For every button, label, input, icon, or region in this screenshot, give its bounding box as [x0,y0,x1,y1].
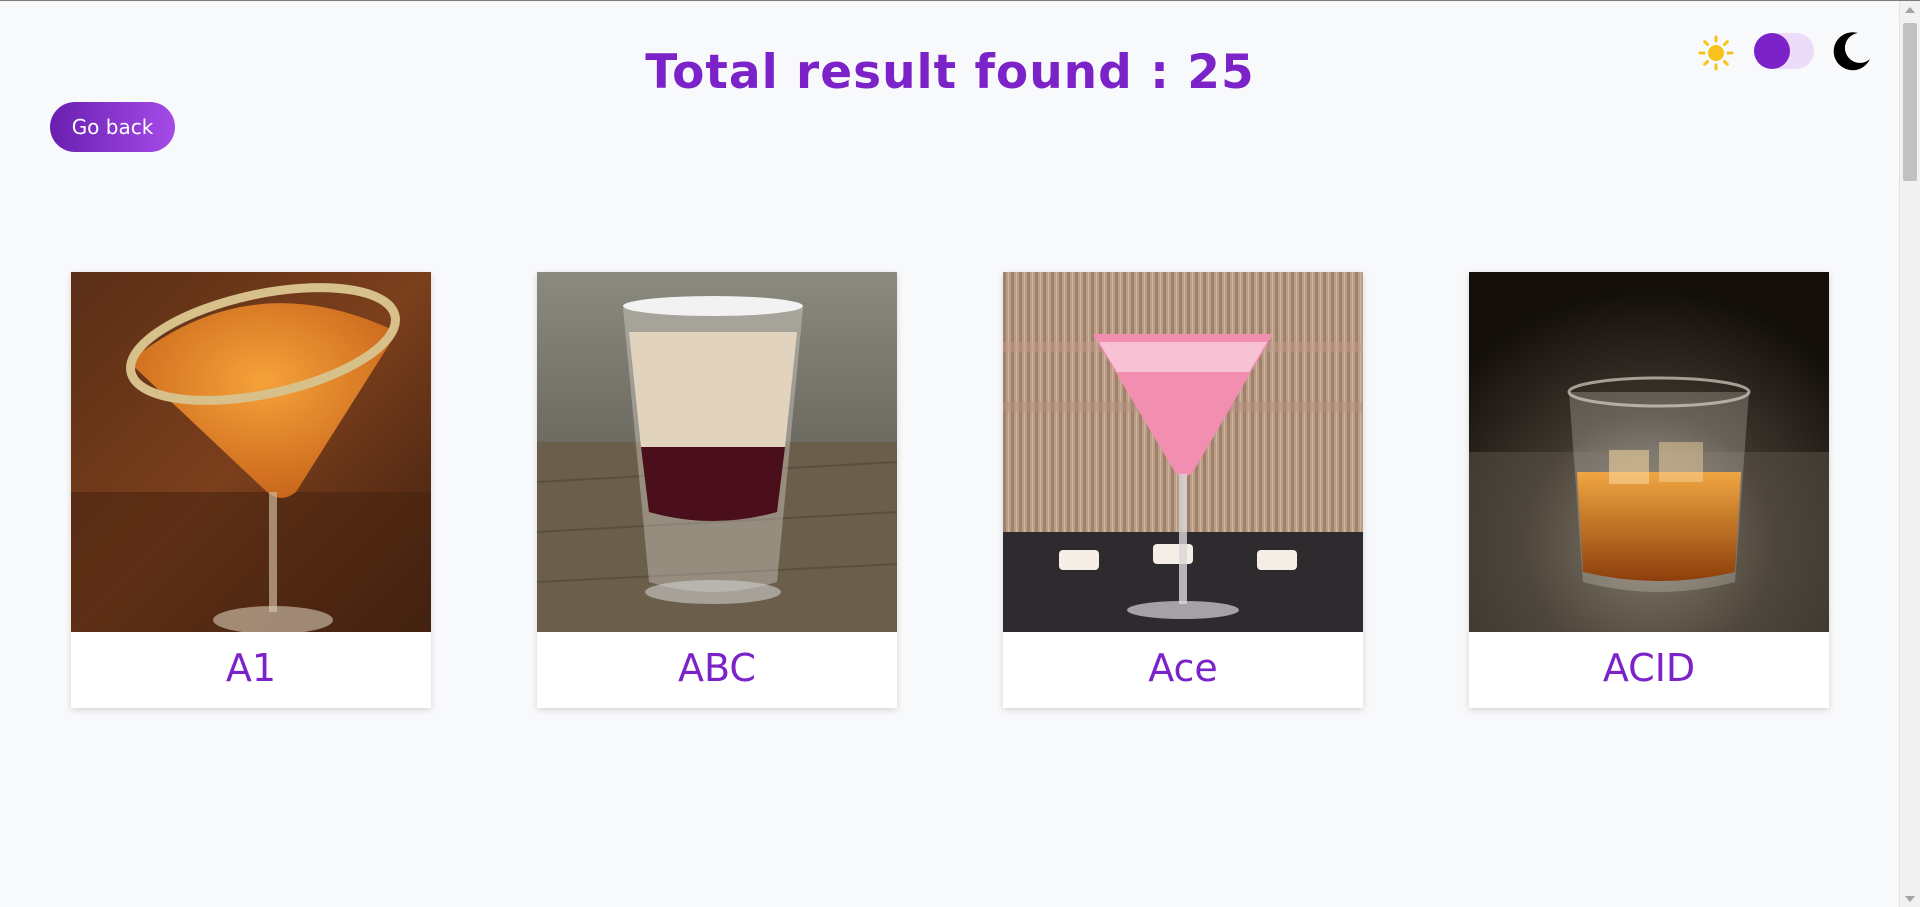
scroll-thumb[interactable] [1903,23,1917,181]
drink-name: Ace [1148,646,1218,690]
vertical-scrollbar[interactable] [1899,1,1920,907]
toggle-knob [1754,33,1790,69]
drink-image-ace [1003,272,1363,632]
result-card[interactable]: A1 [71,272,431,708]
theme-switch [1690,27,1910,77]
drink-image-abc [537,272,897,632]
drink-image-a1 [71,272,431,632]
result-card[interactable]: ACID [1469,272,1829,708]
sun-icon [1698,35,1734,71]
result-card[interactable]: Ace [1003,272,1363,708]
drink-image-acid [1469,272,1829,632]
results-grid: A1 ABC Ace ACID [71,272,1831,708]
scroll-up-arrow-icon[interactable] [1905,7,1915,13]
go-back-button[interactable]: Go back [50,102,175,152]
drink-name: ACID [1602,646,1696,690]
moon-icon [1833,32,1870,71]
page-title: Total result found : 25 [645,45,1255,100]
scroll-down-arrow-icon[interactable] [1905,896,1915,902]
drink-name: A1 [225,646,277,690]
page: Total result found : 25 Go back A1 ABC A… [0,0,1920,907]
theme-toggle[interactable] [1754,33,1814,69]
result-card[interactable]: ABC [537,272,897,708]
drink-name: ABC [678,646,756,690]
